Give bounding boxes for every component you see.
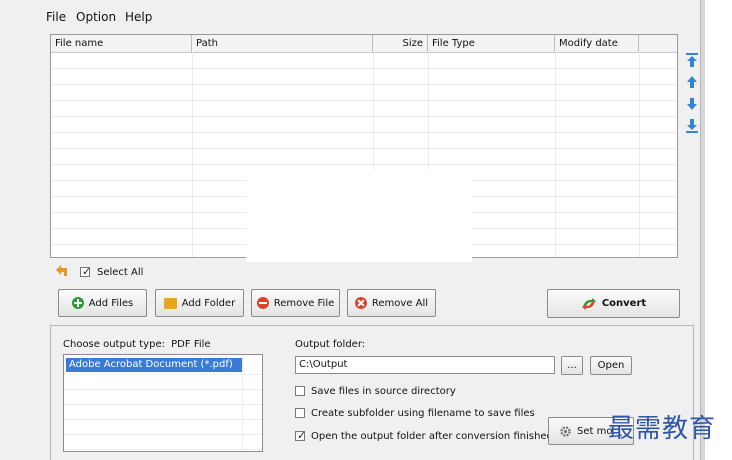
- arrow-down-icon: [687, 98, 697, 110]
- convert-button[interactable]: Convert: [547, 289, 680, 318]
- output-type-label-text: Choose output type:: [63, 339, 165, 350]
- move-to-top-icon: [686, 53, 698, 67]
- check-mark-icon: ✓: [82, 265, 92, 278]
- list-row-line: [64, 374, 262, 375]
- menu-bar: File Option Help: [0, 0, 700, 30]
- checkbox-box: ✓: [80, 265, 92, 278]
- add-folder-label: Add Folder: [181, 297, 236, 309]
- move-up-button[interactable]: [685, 74, 699, 90]
- move-bottom-button[interactable]: [685, 118, 699, 134]
- column-header-file-name[interactable]: File name: [51, 35, 192, 52]
- minus-icon: [256, 297, 269, 309]
- gear-icon: [560, 425, 571, 437]
- close-icon: [354, 297, 367, 309]
- remove-all-button[interactable]: Remove All: [347, 289, 436, 317]
- remove-all-label: Remove All: [371, 297, 429, 309]
- browse-button[interactable]: ...: [561, 356, 583, 375]
- list-item-pdf[interactable]: Adobe Acrobat Document (*.pdf): [66, 358, 242, 372]
- open-folder-checkbox[interactable]: ✓: [295, 429, 307, 442]
- background-outside-window: [705, 0, 732, 460]
- table-column-line: [555, 52, 556, 257]
- table-row-line: [51, 84, 677, 85]
- table-header: File name Path Size File Type Modify dat…: [51, 35, 677, 53]
- create-subfolder-label: Create subfolder using filename to save …: [311, 407, 535, 419]
- folder-icon: [163, 297, 177, 309]
- open-folder-option[interactable]: ✓ Open the output folder after conversio…: [295, 429, 553, 442]
- column-header-modify-date[interactable]: Modify date: [555, 35, 639, 52]
- save-in-source-checkbox[interactable]: [295, 386, 305, 396]
- output-folder-label: Output folder:: [295, 339, 366, 350]
- move-top-button[interactable]: [685, 52, 699, 68]
- output-settings-panel: Choose output type: PDF File Adobe Acrob…: [50, 325, 694, 460]
- column-header-file-type[interactable]: File Type: [428, 35, 555, 52]
- table-row-line: [51, 132, 677, 133]
- open-folder-label: Open the output folder after conversion …: [311, 430, 553, 442]
- watermark-text: 最需教育: [608, 414, 717, 444]
- table-row-line: [51, 164, 677, 165]
- add-files-button[interactable]: Add Files: [58, 289, 147, 317]
- table-row-line: [51, 100, 677, 101]
- select-all-label: Select All: [97, 267, 144, 278]
- menu-option[interactable]: Option: [76, 10, 116, 24]
- output-type-value: PDF File: [171, 339, 211, 350]
- add-folder-button[interactable]: Add Folder: [155, 289, 244, 317]
- move-down-button[interactable]: [685, 96, 699, 112]
- add-files-label: Add Files: [88, 297, 134, 309]
- table-row-line: [51, 68, 677, 69]
- remove-file-label: Remove File: [273, 297, 335, 309]
- save-in-source-option[interactable]: Save files in source directory: [295, 385, 456, 397]
- back-arrow-icon: [56, 265, 67, 276]
- plus-icon: [71, 297, 84, 309]
- column-header-extra: [639, 35, 677, 52]
- list-row-line: [64, 389, 262, 390]
- convert-icon: [581, 297, 596, 310]
- table-row-line: [51, 148, 677, 149]
- select-all-checkbox[interactable]: ✓: [80, 265, 92, 280]
- table-row-line: [51, 116, 677, 117]
- column-header-path[interactable]: Path: [192, 35, 373, 52]
- list-row-line: [64, 434, 262, 435]
- check-mark-icon: ✓: [297, 429, 307, 442]
- list-row-line: [64, 419, 262, 420]
- output-type-label: Choose output type: PDF File: [63, 339, 211, 350]
- column-header-size[interactable]: Size: [373, 35, 428, 52]
- list-row-line: [64, 404, 262, 405]
- create-subfolder-option[interactable]: Create subfolder using filename to save …: [295, 407, 535, 419]
- arrow-up-icon: [687, 76, 697, 88]
- open-button[interactable]: Open: [590, 356, 632, 375]
- create-subfolder-checkbox[interactable]: [295, 408, 305, 418]
- menu-help[interactable]: Help: [125, 10, 152, 24]
- output-type-list[interactable]: Adobe Acrobat Document (*.pdf): [63, 354, 263, 452]
- save-in-source-label: Save files in source directory: [311, 385, 456, 397]
- parent-folder-button[interactable]: [54, 264, 70, 278]
- convert-label: Convert: [601, 298, 647, 309]
- output-folder-input[interactable]: C:\Output: [295, 356, 555, 374]
- blank-overlay: [246, 170, 472, 262]
- move-to-bottom-icon: [686, 119, 698, 133]
- table-column-line: [192, 52, 193, 257]
- list-row-line: [64, 449, 262, 450]
- remove-file-button[interactable]: Remove File: [251, 289, 340, 317]
- table-column-line: [639, 52, 640, 257]
- menu-file[interactable]: File: [46, 10, 66, 24]
